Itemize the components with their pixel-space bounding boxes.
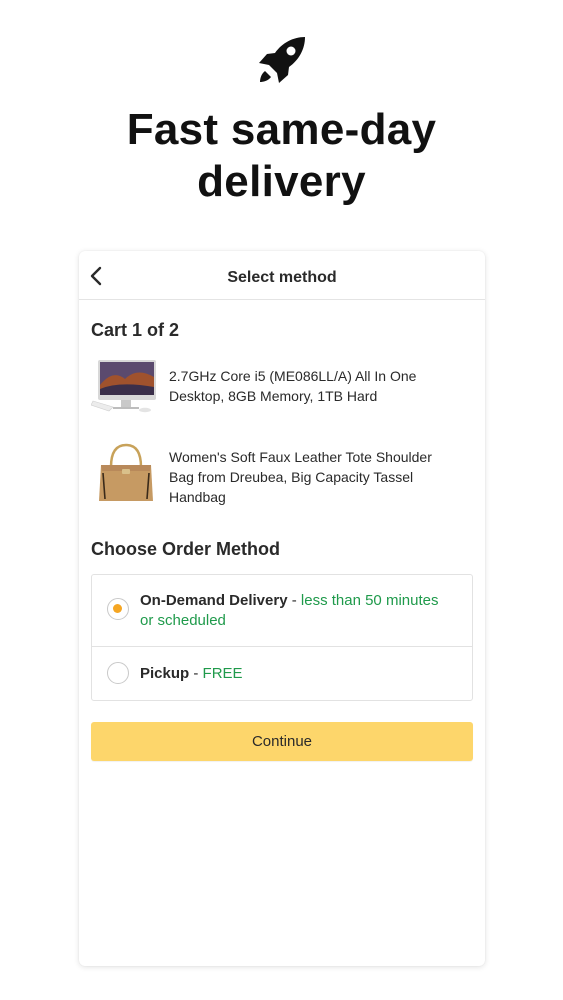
hero-title: Fast same-day delivery	[0, 104, 563, 208]
hero-title-line-1: Fast same-day	[126, 105, 437, 154]
method-separator: -	[287, 592, 301, 609]
product-name: 2.7GHz Core i5 (ME086LL/A) All In One De…	[169, 368, 417, 404]
method-title: Pickup	[140, 665, 190, 682]
rocket-icon	[256, 34, 308, 86]
hero-title-line-2: delivery	[197, 157, 366, 206]
method-option-delivery[interactable]: On-Demand Delivery - less than 50 minute…	[92, 575, 472, 646]
cart-heading: Cart 1 of 2	[91, 320, 180, 340]
product-name: Women's Soft Faux Leather Tote Shoulder …	[169, 449, 432, 505]
radio-button[interactable]	[107, 662, 129, 684]
method-label: On-Demand Delivery - less than 50 minute…	[140, 591, 450, 631]
radio-button-selected[interactable]	[107, 598, 129, 620]
page-title: Select method	[227, 269, 337, 286]
method-detail: FREE	[202, 665, 243, 682]
method-label: Pickup - FREE	[140, 664, 450, 684]
method-title: On-Demand Delivery	[140, 592, 288, 609]
method-separator: -	[189, 665, 203, 682]
cart-product: 2.7GHz Core i5 (ME086LL/A) All In One De…	[79, 355, 485, 419]
continue-button[interactable]: Continue	[91, 722, 473, 761]
order-method-list: On-Demand Delivery - less than 50 minute…	[91, 574, 473, 701]
select-method-screen: Select method Cart 1 of 2 2.7GHz Core i5…	[79, 251, 485, 966]
cart-product: Women's Soft Faux Leather Tote Shoulder …	[79, 443, 485, 507]
method-option-pickup[interactable]: Pickup - FREE	[92, 646, 472, 700]
nav-bar: Select method	[79, 251, 485, 300]
desktop-computer-image	[90, 355, 157, 419]
tote-bag-image	[91, 443, 157, 507]
order-method-heading: Choose Order Method	[91, 539, 281, 559]
